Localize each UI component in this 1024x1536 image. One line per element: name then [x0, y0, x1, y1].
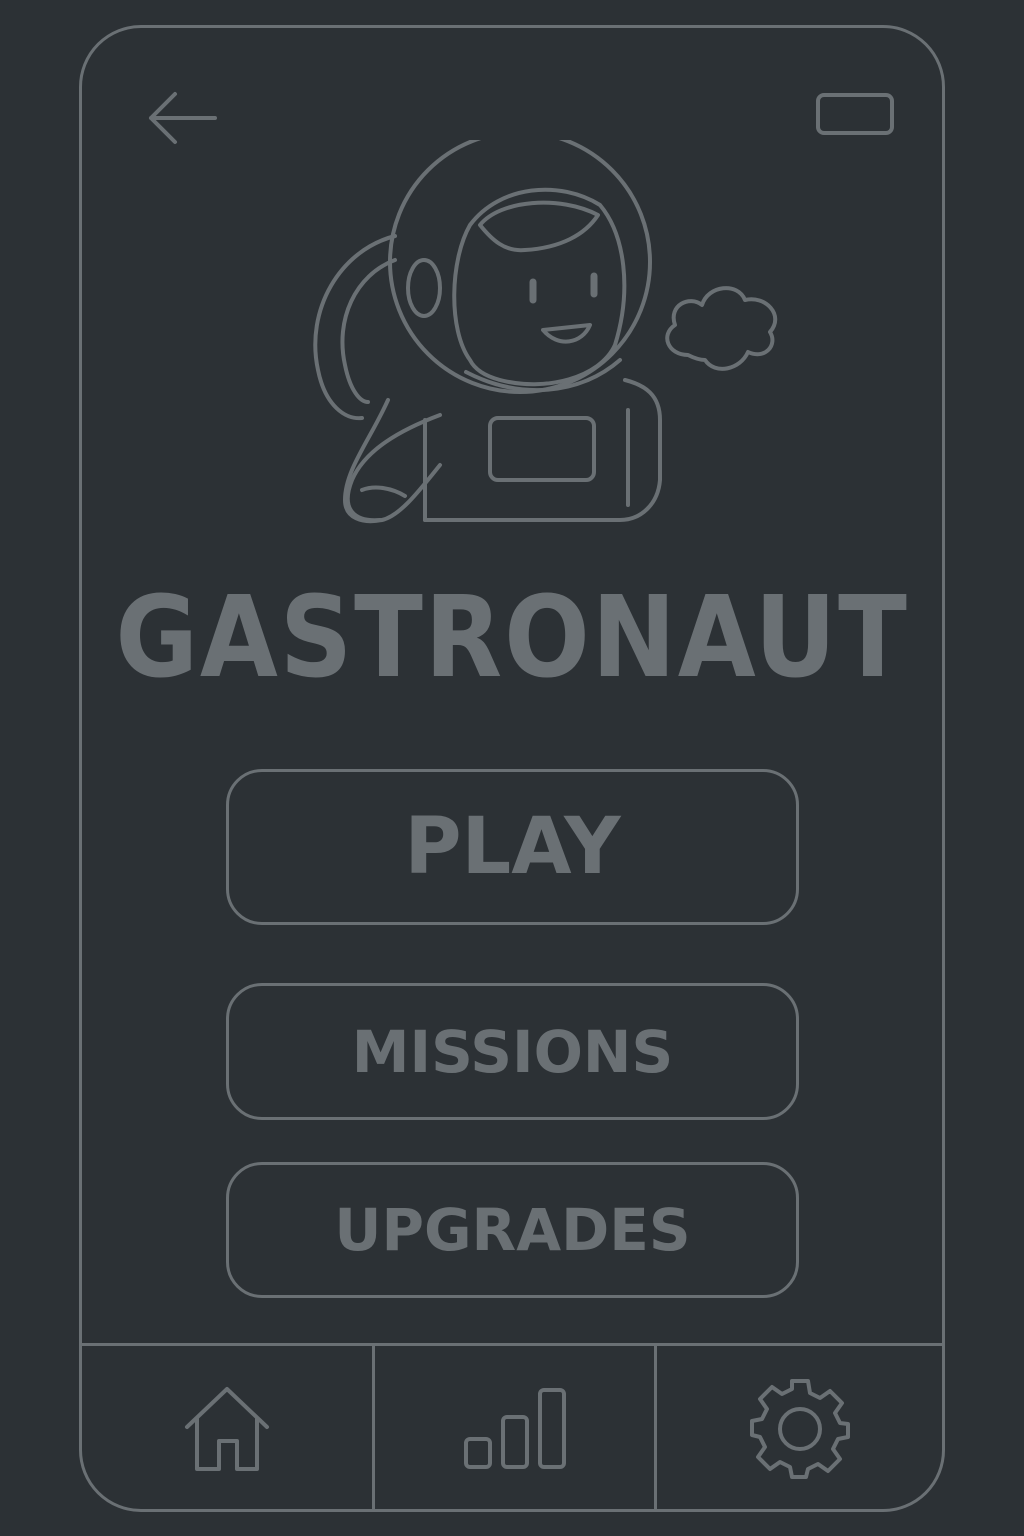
play-button[interactable]: PLAY [226, 769, 799, 925]
home-icon [181, 1383, 273, 1475]
cloud-icon [660, 280, 780, 380]
missions-button[interactable]: MISSIONS [226, 983, 799, 1120]
back-arrow-icon[interactable] [145, 88, 219, 148]
battery-icon [815, 92, 895, 136]
gear-icon [748, 1377, 852, 1481]
tab-settings[interactable] [657, 1346, 942, 1512]
game-title: GASTRONAUT [115, 573, 909, 703]
missions-button-label: MISSIONS [351, 1017, 674, 1086]
bar-chart-icon [463, 1387, 567, 1471]
tab-stats[interactable] [375, 1346, 654, 1512]
play-button-label: PLAY [404, 802, 621, 892]
upgrades-button-label: UPGRADES [334, 1196, 691, 1264]
tab-home[interactable] [82, 1346, 372, 1512]
upgrades-button[interactable]: UPGRADES [226, 1162, 799, 1298]
